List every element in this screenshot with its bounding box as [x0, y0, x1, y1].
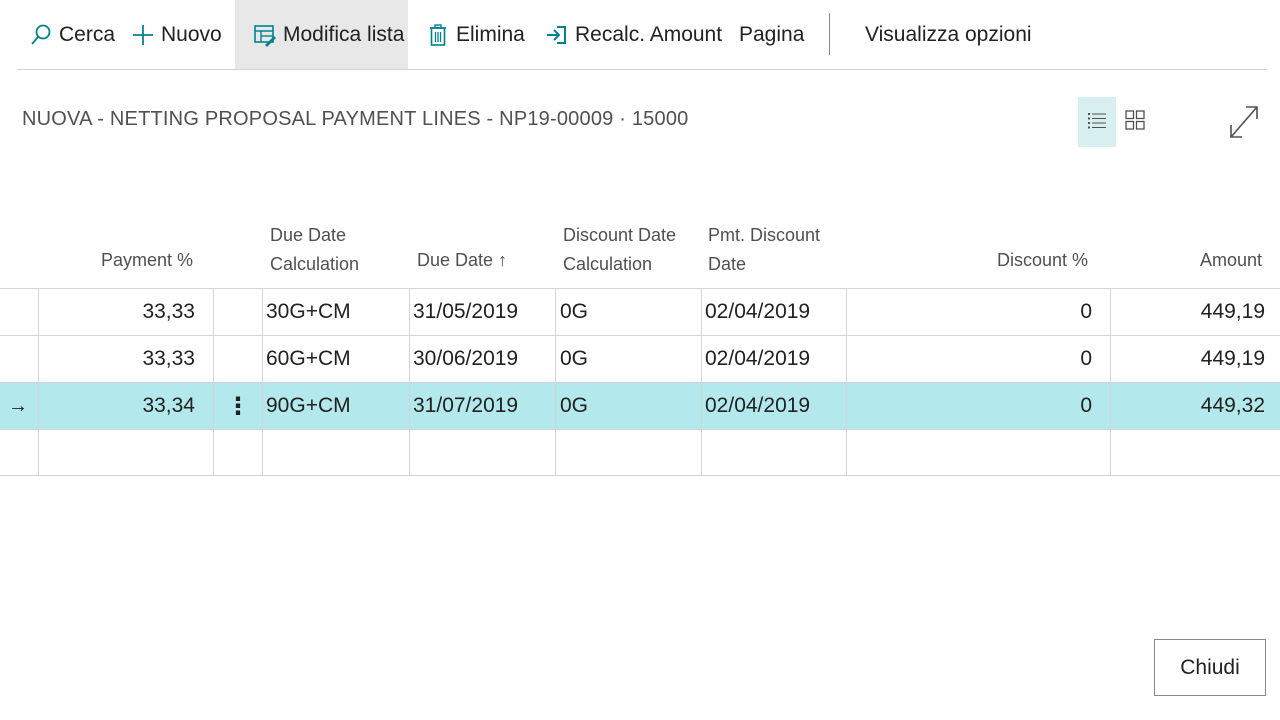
plus-icon: [131, 23, 155, 47]
cell-due-date[interactable]: 31/07/2019: [413, 383, 553, 429]
column-divider: [38, 288, 39, 476]
table-row[interactable]: 33,33 30G+CM 31/05/2019 0G 02/04/2019 0 …: [0, 288, 1280, 335]
col-header-discount-date-calculation[interactable]: Discount Date Calculation: [563, 221, 693, 279]
trash-icon: [426, 23, 450, 47]
cell-discount-date-calculation[interactable]: 0G: [560, 383, 700, 429]
col-header-line: Pmt. Discount: [708, 225, 821, 245]
new-button[interactable]: Nuovo: [131, 0, 222, 69]
cell-discount-date-calculation[interactable]: 0G: [560, 289, 700, 335]
cell-amount[interactable]: 449,19: [1120, 336, 1265, 382]
col-header-line: Due Date: [270, 225, 347, 245]
column-divider: [846, 288, 847, 476]
cell-due-date-calculation[interactable]: 60G+CM: [266, 336, 406, 382]
cell-due-date-calculation[interactable]: 30G+CM: [266, 289, 406, 335]
col-header-pmt-discount-date[interactable]: Pmt. Discount Date: [708, 221, 838, 279]
col-header-due-date[interactable]: Due Date ↑: [417, 246, 547, 275]
cell-payment-pct[interactable]: 33,34: [40, 383, 195, 429]
col-header-amount[interactable]: Amount: [1130, 246, 1262, 275]
column-divider: [1110, 288, 1111, 476]
recalc-amount-button[interactable]: Recalc. Amount: [545, 0, 722, 69]
cell-discount-pct[interactable]: 0: [900, 336, 1092, 382]
cell-discount-pct[interactable]: 0: [900, 383, 1092, 429]
page-menu-button[interactable]: Pagina: [739, 0, 804, 69]
cell-amount[interactable]: 449,19: [1120, 289, 1265, 335]
tile-view-button[interactable]: [1116, 97, 1154, 147]
cell-pmt-discount-date[interactable]: 02/04/2019: [705, 289, 845, 335]
table-row-selected[interactable]: → 33,34 ⋮ 90G+CM 31/07/2019 0G 02/04/201…: [0, 382, 1280, 429]
close-button[interactable]: Chiudi: [1154, 639, 1266, 696]
col-header-discount-pct[interactable]: Discount %: [940, 246, 1088, 275]
column-divider: [262, 288, 263, 476]
expand-button[interactable]: [1226, 104, 1262, 144]
search-icon: [29, 23, 53, 47]
cell-amount[interactable]: 449,32: [1120, 383, 1265, 429]
toolbar-divider: [829, 13, 830, 55]
delete-button[interactable]: Elimina: [426, 0, 525, 69]
column-divider: [213, 288, 214, 476]
cell-payment-pct[interactable]: 33,33: [40, 289, 195, 335]
view-options-button[interactable]: Visualizza opzioni: [865, 0, 1032, 69]
grid-bottom-border: [0, 475, 1280, 476]
col-header-line: Calculation: [270, 254, 360, 274]
delete-label: Elimina: [456, 22, 525, 46]
column-divider: [409, 288, 410, 476]
edit-list-icon: [253, 23, 277, 47]
search-label: Cerca: [59, 22, 116, 46]
table-row-empty[interactable]: [0, 429, 1280, 476]
col-header-line: Date: [708, 254, 747, 274]
list-view-icon: [1087, 110, 1107, 135]
table-row[interactable]: 33,33 60G+CM 30/06/2019 0G 02/04/2019 0 …: [0, 335, 1280, 382]
cell-due-date[interactable]: 31/05/2019: [413, 289, 553, 335]
cell-due-date-calculation[interactable]: 90G+CM: [266, 383, 406, 429]
new-label: Nuovo: [161, 22, 222, 46]
row-marker-arrow-icon: →: [8, 394, 28, 417]
column-divider: [555, 288, 556, 476]
sort-ascending-icon: ↑: [498, 250, 508, 270]
col-header-label: Due Date: [417, 250, 494, 270]
col-header-payment-pct[interactable]: Payment %: [60, 246, 193, 275]
cell-pmt-discount-date[interactable]: 02/04/2019: [705, 336, 845, 382]
view-options-label: Visualizza opzioni: [865, 22, 1032, 46]
search-button[interactable]: Cerca: [29, 0, 115, 69]
col-header-line: Calculation: [563, 254, 653, 274]
recalc-icon: [545, 23, 569, 47]
expand-icon: [1228, 104, 1260, 145]
edit-list-label: Modifica lista: [283, 22, 405, 46]
recalc-label: Recalc. Amount: [575, 22, 723, 46]
cell-payment-pct[interactable]: 33,33: [40, 336, 195, 382]
cell-pmt-discount-date[interactable]: 02/04/2019: [705, 383, 845, 429]
col-header-due-date-calculation[interactable]: Due Date Calculation: [270, 221, 400, 279]
cell-due-date[interactable]: 30/06/2019: [413, 336, 553, 382]
edit-list-button[interactable]: Modifica lista: [235, 0, 408, 69]
tile-view-icon: [1125, 109, 1145, 135]
page-label: Pagina: [739, 22, 805, 46]
cell-discount-date-calculation[interactable]: 0G: [560, 336, 700, 382]
cell-discount-pct[interactable]: 0: [900, 289, 1092, 335]
action-bar: Cerca Nuovo Modifica lista Elimina Recal…: [17, 0, 1267, 70]
column-divider: [701, 288, 702, 476]
page-title: NUOVA - NETTING PROPOSAL PAYMENT LINES -…: [22, 108, 689, 130]
row-actions-menu-icon[interactable]: ⋮: [226, 383, 250, 429]
col-header-line: Discount Date: [563, 225, 677, 245]
list-view-button[interactable]: [1078, 97, 1116, 147]
